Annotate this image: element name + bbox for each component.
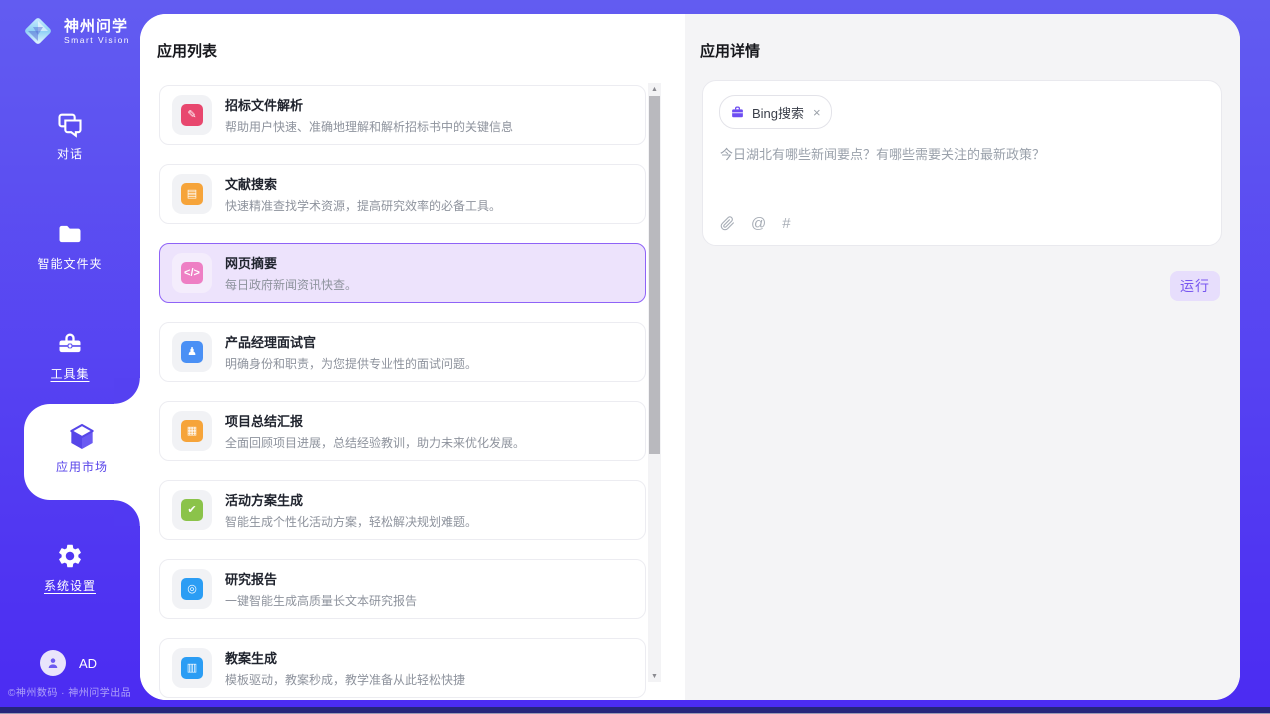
app-icon-tile: ✔ xyxy=(172,490,212,530)
book-icon: ▤ xyxy=(181,183,203,205)
user-account[interactable]: AD xyxy=(40,650,97,676)
tool-tag-label: Bing搜索 xyxy=(752,103,804,122)
sidebar-item-label: 应用市场 xyxy=(24,458,140,475)
app-title: 研究报告 xyxy=(225,569,417,588)
toolbox-icon xyxy=(55,330,85,358)
app-list-title: 应用列表 xyxy=(157,40,217,61)
app-card[interactable]: ▥ 教案生成 模板驱动，教案秒成，教学准备从此轻松快捷 xyxy=(159,638,646,698)
clipboard-check-icon: ✔ xyxy=(181,499,203,521)
app-icon-tile: ✎ xyxy=(172,95,212,135)
scroll-down-arrow[interactable]: ▼ xyxy=(648,670,661,682)
sticky-note-icon: ▦ xyxy=(181,420,203,442)
microscope-icon: ◎ xyxy=(181,578,203,600)
app-card[interactable]: ✎ 招标文件解析 帮助用户快速、准确地理解和解析招标书中的关键信息 xyxy=(159,85,646,145)
app-description: 一键智能生成高质量长文本研究报告 xyxy=(225,592,417,609)
app-title: 网页摘要 xyxy=(225,253,357,272)
app-description: 全面回顾项目进展，总结经验教训，助力未来优化发展。 xyxy=(225,434,525,451)
close-icon[interactable]: × xyxy=(813,105,821,120)
sidebar-item-chat[interactable]: 对话 xyxy=(0,110,140,162)
gem-icon xyxy=(20,13,56,49)
query-text[interactable]: 今日湖北有哪些新闻要点？有哪些需要关注的最新政策？ xyxy=(720,145,1205,164)
cube-icon xyxy=(66,421,98,453)
user-initials: AD xyxy=(79,656,97,671)
sidebar-item-app-market[interactable]: 应用市场 xyxy=(24,404,140,500)
prompt-card[interactable]: Bing搜索 × 今日湖北有哪些新闻要点？有哪些需要关注的最新政策？ @ # xyxy=(702,80,1222,246)
app-card[interactable]: ♟ 产品经理面试官 明确身份和职责，为您提供专业性的面试问题。 xyxy=(159,322,646,382)
tool-tag-bing-search[interactable]: Bing搜索 × xyxy=(719,95,832,129)
app-card[interactable]: ▦ 项目总结汇报 全面回顾项目进展，总结经验教训，助力未来优化发展。 xyxy=(159,401,646,461)
app-detail-title: 应用详情 xyxy=(700,40,760,61)
app-icon-tile: </> xyxy=(172,253,212,293)
app-title: 文献搜索 xyxy=(225,174,501,193)
chat-icon xyxy=(56,110,84,138)
sidebar-item-settings[interactable]: 系统设置 xyxy=(0,542,140,594)
sidebar-item-label: 智能文件夹 xyxy=(0,255,140,272)
brand-subtitle: Smart Vision xyxy=(64,35,130,45)
app-description: 明确身份和职责，为您提供专业性的面试问题。 xyxy=(225,355,477,372)
app-card[interactable]: ✔ 活动方案生成 智能生成个性化活动方案，轻松解决规划难题。 xyxy=(159,480,646,540)
webpage-code-icon: </> xyxy=(181,262,203,284)
app-card[interactable]: ◎ 研究报告 一键智能生成高质量长文本研究报告 xyxy=(159,559,646,619)
app-description: 每日政府新闻资讯快查。 xyxy=(225,276,357,293)
app-icon-tile: ▤ xyxy=(172,174,212,214)
app-icon-tile: ◎ xyxy=(172,569,212,609)
brand-name: 神州问学 xyxy=(64,18,130,35)
app-list: ✎ 招标文件解析 帮助用户快速、准确地理解和解析招标书中的关键信息 ▤ xyxy=(159,85,646,700)
app-icon-tile: ♟ xyxy=(172,332,212,372)
app-icon-tile: ▦ xyxy=(172,411,212,451)
app-description: 帮助用户快速、准确地理解和解析招标书中的关键信息 xyxy=(225,118,513,135)
gear-icon xyxy=(56,542,84,570)
document-edit-icon: ✎ xyxy=(181,104,203,126)
app-title: 招标文件解析 xyxy=(225,95,513,114)
app-description: 模板驱动，教案秒成，教学准备从此轻松快捷 xyxy=(225,671,465,688)
run-button[interactable]: 运行 xyxy=(1170,271,1220,301)
paperclip-icon[interactable] xyxy=(720,215,735,232)
scroll-up-arrow[interactable]: ▲ xyxy=(648,83,661,95)
sidebar-item-label: 系统设置 xyxy=(0,577,140,594)
list-scrollbar[interactable]: ▲ ▼ xyxy=(648,83,661,682)
books-icon: ▥ xyxy=(181,657,203,679)
copyright-text: ©神州数码 · 神州问学出品 xyxy=(8,684,131,699)
sidebar-item-smart-folders[interactable]: 智能文件夹 xyxy=(0,220,140,272)
app-title: 项目总结汇报 xyxy=(225,411,525,430)
sidebar: 神州问学 Smart Vision 对话 智能文件夹 工具集 应用市场 xyxy=(0,0,140,714)
sidebar-item-toolset[interactable]: 工具集 xyxy=(0,330,140,382)
person-icon xyxy=(45,655,61,671)
app-card[interactable]: ▤ 文献搜索 快速精准查找学术资源，提高研究效率的必备工具。 xyxy=(159,164,646,224)
app-list-pane: 应用列表 ✎ 招标文件解析 帮助用户快速、准确地理解和解析招标书中的关键信息 xyxy=(140,14,685,700)
briefcase-icon xyxy=(730,105,745,120)
avatar xyxy=(40,650,66,676)
app-description: 快速精准查找学术资源，提高研究效率的必备工具。 xyxy=(225,197,501,214)
app-detail-pane: 应用详情 Bing搜索 × 今日湖北有哪些新闻要点？有哪些需要关注的最新政策？ … xyxy=(685,14,1240,700)
brand-logo: 神州问学 Smart Vision xyxy=(20,13,130,49)
main-panel: 应用列表 ✎ 招标文件解析 帮助用户快速、准确地理解和解析招标书中的关键信息 xyxy=(140,14,1240,700)
app-title: 活动方案生成 xyxy=(225,490,477,509)
hash-icon[interactable]: # xyxy=(782,216,790,231)
interviewer-icon: ♟ xyxy=(181,341,203,363)
mention-icon[interactable]: @ xyxy=(751,216,766,231)
app-title: 教案生成 xyxy=(225,648,465,667)
app-description: 智能生成个性化活动方案，轻松解决规划难题。 xyxy=(225,513,477,530)
folder-icon xyxy=(55,220,85,248)
sidebar-item-label: 对话 xyxy=(0,145,140,162)
app-title: 产品经理面试官 xyxy=(225,332,477,351)
scrollbar-thumb[interactable] xyxy=(649,96,660,454)
app-card[interactable]: </> 网页摘要 每日政府新闻资讯快查。 xyxy=(159,243,646,303)
app-icon-tile: ▥ xyxy=(172,648,212,688)
